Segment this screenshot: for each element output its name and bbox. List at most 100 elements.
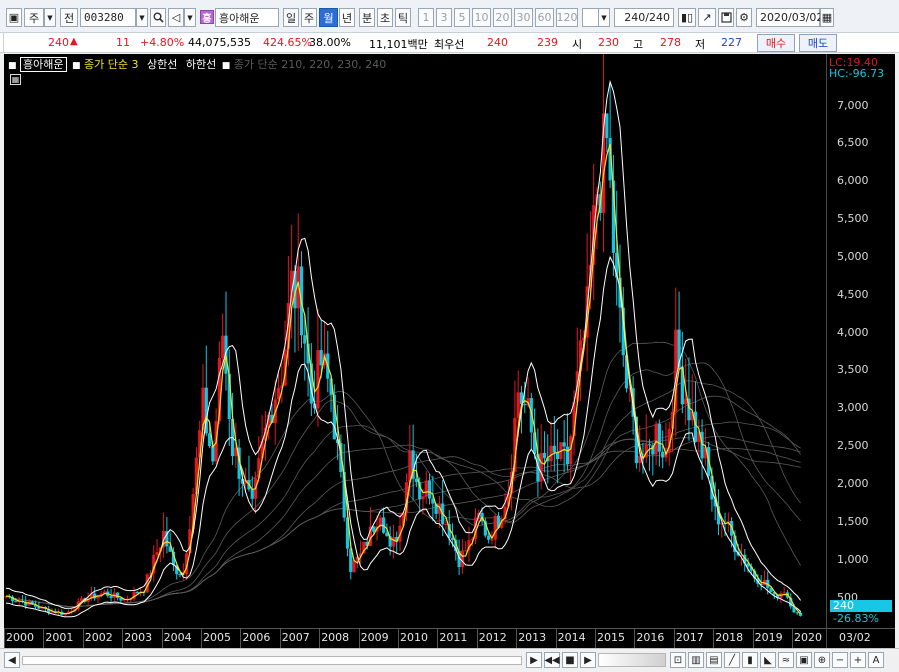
- chart-toolbar: ▣ 주 ▼ 전 003280 ▼ ◁ ▼ 흥 흥아해운 일 주 월 년 분 초 …: [0, 0, 899, 33]
- overlay-icon[interactable]: ▣: [796, 652, 812, 668]
- candle-body: [303, 335, 307, 344]
- candle-chart-icon[interactable]: ▮: [742, 652, 758, 668]
- candle-body: [221, 335, 225, 358]
- volume: 44,075,535: [188, 36, 251, 49]
- x-tick-label: 2005: [203, 631, 231, 644]
- stock-code-value: 003280: [84, 11, 124, 24]
- x-tick-label: 2019: [754, 631, 783, 644]
- period-second-button[interactable]: 초: [377, 8, 393, 27]
- x-tick-separator: [82, 629, 84, 649]
- buy-button[interactable]: 매수: [757, 34, 795, 52]
- period-day-button[interactable]: 일: [283, 8, 299, 27]
- code-dropdown-icon[interactable]: ▼: [136, 8, 148, 27]
- horizontal-scrollbar[interactable]: [22, 656, 522, 665]
- rewind-icon[interactable]: ◀◀: [544, 652, 560, 668]
- candle-body: [782, 592, 786, 594]
- interval-120-button[interactable]: 120: [556, 8, 578, 27]
- x-tick-label: 2000: [6, 631, 34, 644]
- x-tick-label: 2003: [124, 631, 153, 644]
- x-tick-label: 2009: [360, 631, 389, 644]
- x-tick-separator: [673, 629, 675, 649]
- time-axis-cursor: 03/02: [826, 628, 895, 648]
- market-select[interactable]: 주: [24, 8, 44, 27]
- interval-60-label: 60: [537, 11, 552, 24]
- speaker-icon[interactable]: ◁: [168, 8, 184, 27]
- y-tick-label: 1,000: [837, 552, 869, 566]
- interval-5-label: 5: [458, 11, 466, 24]
- search-icon[interactable]: [150, 8, 166, 27]
- y-tick-label: 7,000: [837, 98, 869, 112]
- candle-body: [562, 442, 566, 447]
- interval-60-button[interactable]: 60: [535, 8, 554, 27]
- interval-3-label: 3: [440, 11, 448, 24]
- price-chart[interactable]: ■ 흥아해운 ■ 종가 단순 3 상한선 하한선 ■ 종가 단순 210, 22…: [4, 54, 826, 628]
- candle-body: [391, 536, 396, 547]
- gear-icon[interactable]: ⚙: [736, 8, 752, 27]
- stop-icon[interactable]: ■: [562, 652, 578, 668]
- x-tick-separator: [555, 629, 557, 649]
- zoom-in-icon[interactable]: +: [850, 652, 866, 668]
- interval-30-button[interactable]: 30: [514, 8, 533, 27]
- stock-badge-text: 흥: [202, 13, 212, 25]
- interval-3-button[interactable]: 3: [436, 8, 452, 27]
- area-chart-icon[interactable]: ◣: [760, 652, 776, 668]
- date-value: 2020/03/02: [760, 11, 824, 24]
- quote-row: 240 ▲ 11 +4.80% 44,075,535 424.65% 38.00…: [0, 33, 899, 53]
- x-tick-separator: [358, 629, 360, 649]
- period-minute-button[interactable]: 분: [359, 8, 375, 27]
- period-week-button[interactable]: 주: [301, 8, 317, 27]
- stock-name-field[interactable]: 흥아해운: [215, 8, 279, 27]
- scroll-right-icon[interactable]: ▶: [526, 652, 542, 668]
- interval-10-button[interactable]: 10: [472, 8, 491, 27]
- stock-badge: 흥: [200, 10, 214, 25]
- period-tick-button[interactable]: 틱: [395, 8, 411, 27]
- split-view-icon[interactable]: ▥: [688, 652, 704, 668]
- upper-band-line: [5, 79, 802, 609]
- line-chart-icon[interactable]: ╱: [724, 652, 740, 668]
- interval-120-label: 120: [556, 11, 578, 24]
- prev-button[interactable]: 전: [60, 8, 78, 27]
- speed-slider[interactable]: [598, 653, 666, 667]
- zoom-out-icon[interactable]: −: [832, 652, 848, 668]
- interval-5-button[interactable]: 5: [454, 8, 470, 27]
- candle-body: [372, 526, 376, 532]
- y-tick-label: 1,500: [837, 514, 869, 528]
- count-field[interactable]: 240/240: [614, 8, 674, 27]
- zoom-reset-icon[interactable]: ⊡: [670, 652, 686, 668]
- interval-20-button[interactable]: 20: [493, 8, 512, 27]
- window-menu-icon[interactable]: ▣: [6, 8, 22, 27]
- chart-type-icon[interactable]: ▮▯: [678, 8, 696, 27]
- play-icon[interactable]: ▶: [580, 652, 596, 668]
- x-tick-separator: [752, 629, 754, 649]
- draw-tool-icon[interactable]: ↗: [698, 8, 716, 27]
- scroll-left-icon[interactable]: ◀: [4, 652, 20, 668]
- interval-1-button[interactable]: 1: [418, 8, 434, 27]
- font-size-icon[interactable]: A: [868, 652, 884, 668]
- layout-icon[interactable]: ▤: [706, 652, 722, 668]
- x-tick-label: 2017: [675, 631, 704, 644]
- calendar-icon[interactable]: ▦: [820, 8, 834, 27]
- period-month-button[interactable]: 월: [319, 8, 338, 27]
- sell-button[interactable]: 매도: [799, 34, 837, 52]
- candle-body: [424, 480, 428, 497]
- date-input[interactable]: 2020/03/02: [756, 8, 824, 27]
- x-tick-label: 2004: [163, 631, 192, 644]
- x-tick-separator: [398, 629, 399, 649]
- low-price: 227: [721, 36, 742, 49]
- candle-body: [605, 113, 609, 139]
- speaker-dropdown-icon[interactable]: ▼: [184, 8, 196, 27]
- y-tick-label: 4,000: [837, 325, 869, 339]
- candle-body: [460, 550, 464, 568]
- interval-dropdown-icon[interactable]: ▼: [598, 8, 610, 27]
- candle-body: [464, 550, 468, 552]
- market-dropdown-icon[interactable]: ▼: [44, 8, 56, 27]
- magnify-icon[interactable]: ⊕: [814, 652, 830, 668]
- period-year-button[interactable]: 년: [339, 8, 355, 27]
- period-year-label: 년: [341, 11, 353, 25]
- stock-code-input[interactable]: 003280: [80, 8, 136, 27]
- save-icon[interactable]: [718, 8, 734, 27]
- indicator-icon[interactable]: ≈: [778, 652, 794, 668]
- volume-ratio: 424.65%: [263, 36, 312, 49]
- y-tick-label: 5,500: [837, 212, 869, 226]
- up-arrow-icon: ▲: [70, 36, 78, 47]
